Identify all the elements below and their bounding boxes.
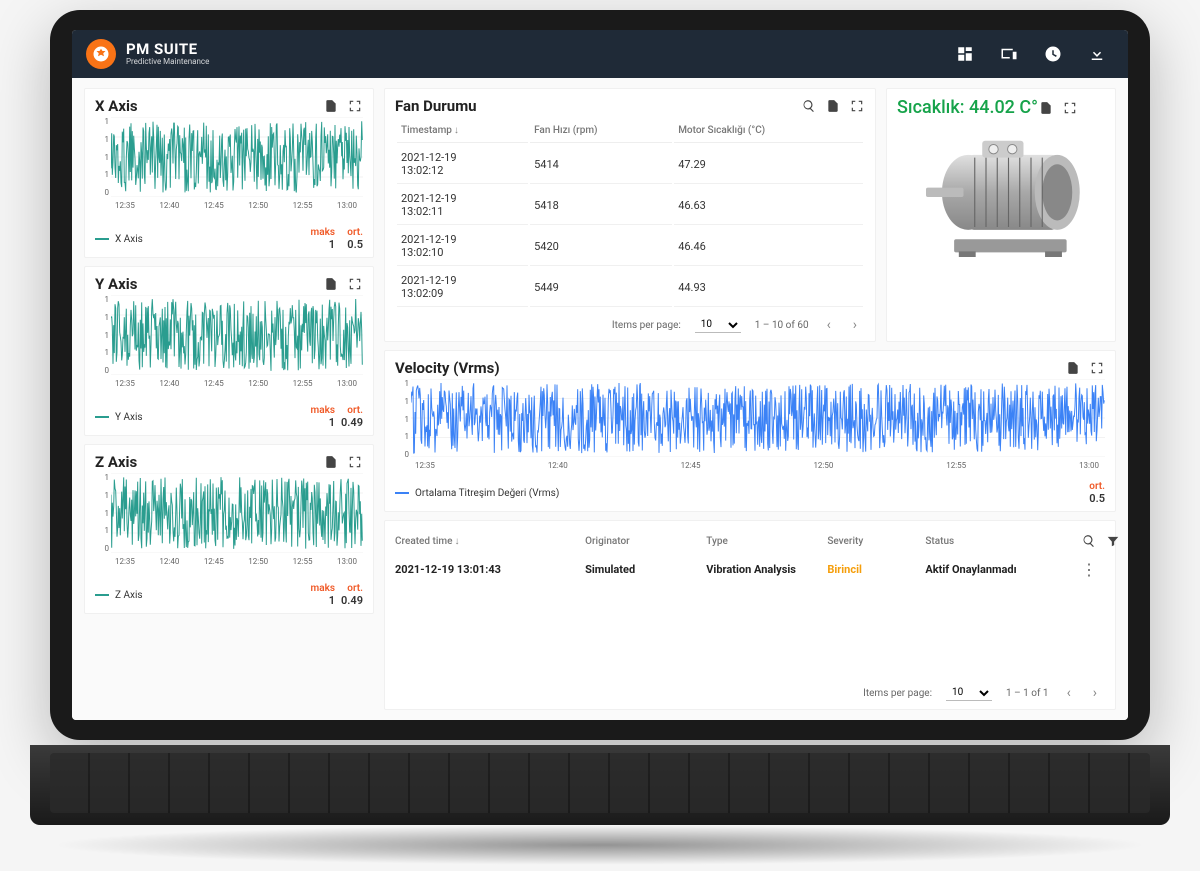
velocity-card: Velocity (Vrms) 11110 12:3512:4012:4512:… — [384, 350, 1116, 512]
alarms-card: Created time↓ Originator Type Severity S… — [384, 520, 1116, 710]
export-icon[interactable] — [323, 276, 339, 292]
topbar: PM SUITE Predictive Maintenance — [72, 30, 1128, 78]
z-axis-chart: 11110 12:3512:4012:4512:5012:5513:00 — [95, 473, 363, 581]
velocity-title: Velocity (Vrms) — [395, 359, 1065, 377]
z-axis-card: Z Axis 11110 12:3512:4012:4512:5012:5513… — [84, 444, 374, 614]
fan-status-title: Fan Durumu — [395, 97, 801, 115]
export-icon[interactable] — [825, 98, 841, 114]
download-icon[interactable] — [1086, 43, 1108, 65]
page-size-select[interactable]: 10 — [946, 685, 992, 701]
legend-swatch — [95, 416, 109, 418]
y-axis-card: Y Axis 11110 12:3512:4012:4512:5012:5513… — [84, 266, 374, 436]
fan-status-card: Fan Durumu Timestamp↓ Fan Hızı (rpm) Mot… — [384, 88, 876, 342]
x-axis-chart: 11110 12:3512:4012:4512:5012:5513:00 — [95, 117, 363, 225]
page-range: 1 – 1 of 1 — [1006, 688, 1049, 699]
table-row[interactable]: 2021-12-1913:02:10542046.46 — [397, 227, 863, 266]
app-logo-text: PM SUITE Predictive Maintenance — [126, 41, 209, 66]
fullscreen-icon[interactable] — [347, 98, 363, 114]
more-icon[interactable]: ⋮ — [1081, 562, 1097, 578]
app-subtitle: Predictive Maintenance — [126, 58, 209, 67]
y-axis-chart: 11110 12:3512:4012:4512:5012:5513:00 — [95, 295, 363, 403]
motor-image — [906, 122, 1096, 272]
dashboard-content: X Axis 11110 12:3512:4012:4512:5012:5513… — [72, 78, 1128, 720]
clock-icon[interactable] — [1042, 43, 1064, 65]
tablet-frame: PM SUITE Predictive Maintenance X Axis — [50, 10, 1150, 740]
fan-pager: Items per page: 10 1 – 10 of 60 ‹ › — [395, 309, 865, 335]
export-icon[interactable] — [323, 454, 339, 470]
table-row[interactable]: 2021-12-1913:02:09544944.93 — [397, 268, 863, 307]
app-screen: PM SUITE Predictive Maintenance X Axis — [72, 30, 1128, 720]
fullscreen-icon[interactable] — [849, 98, 865, 114]
legend-swatch — [95, 238, 109, 240]
col-rpm[interactable]: Fan Hızı (rpm) — [530, 119, 672, 143]
x-axis-legend: X Axis — [115, 234, 143, 245]
alarm-row[interactable]: 2021-12-19 13:01:43 Simulated Vibration … — [395, 553, 1105, 586]
col-created[interactable]: Created time↓ — [395, 536, 579, 547]
next-page-icon[interactable]: › — [849, 317, 861, 333]
next-page-icon[interactable]: › — [1089, 685, 1101, 701]
export-icon[interactable] — [1038, 100, 1054, 116]
page-size-select[interactable]: 10 — [695, 317, 741, 333]
col-originator[interactable]: Originator — [585, 536, 700, 547]
search-icon[interactable] — [1081, 533, 1097, 549]
severity-badge: Birincil — [827, 553, 919, 586]
table-row[interactable]: 2021-12-1913:02:12541447.29 — [397, 145, 863, 184]
z-axis-title: Z Axis — [95, 453, 323, 471]
alarms-pager: Items per page: 10 1 – 1 of 1 ‹ › — [395, 677, 1105, 703]
search-icon[interactable] — [801, 98, 817, 114]
fullscreen-icon[interactable] — [347, 454, 363, 470]
fullscreen-icon[interactable] — [1089, 360, 1105, 376]
right-column: Fan Durumu Timestamp↓ Fan Hızı (rpm) Mot… — [384, 88, 1116, 710]
app-logo-icon — [86, 39, 116, 69]
left-column: X Axis 11110 12:3512:4012:4512:5012:5513… — [84, 88, 374, 710]
prev-page-icon[interactable]: ‹ — [823, 317, 835, 333]
fullscreen-icon[interactable] — [1062, 100, 1078, 116]
velocity-chart: 11110 12:3512:4012:4512:5012:5513:00 — [395, 379, 1105, 479]
velocity-legend: Ortalama Titreşim Değeri (Vrms) — [415, 488, 559, 499]
page-range: 1 – 10 of 60 — [755, 320, 809, 331]
prev-page-icon[interactable]: ‹ — [1063, 685, 1075, 701]
col-timestamp[interactable]: Timestamp↓ — [397, 119, 528, 143]
sort-desc-icon: ↓ — [454, 125, 459, 136]
devices-icon[interactable] — [998, 43, 1020, 65]
app-title: PM SUITE — [126, 41, 209, 58]
legend-swatch — [395, 492, 409, 494]
x-axis-title: X Axis — [95, 97, 323, 115]
legend-swatch — [95, 594, 109, 596]
temperature-title: Sıcaklık: 44.02 C° — [897, 97, 1038, 118]
y-axis-legend: Y Axis — [115, 412, 143, 423]
fullscreen-icon[interactable] — [347, 276, 363, 292]
export-icon[interactable] — [1065, 360, 1081, 376]
keyboard-mockup — [30, 745, 1170, 825]
table-row[interactable]: 2021-12-1913:02:11541846.63 — [397, 186, 863, 225]
x-axis-card: X Axis 11110 12:3512:4012:4512:5012:5513… — [84, 88, 374, 258]
col-severity[interactable]: Severity — [827, 536, 919, 547]
dashboard-icon[interactable] — [954, 43, 976, 65]
col-status[interactable]: Status — [925, 536, 1075, 547]
z-axis-legend: Z Axis — [115, 590, 143, 601]
sort-desc-icon: ↓ — [454, 536, 459, 547]
y-axis-title: Y Axis — [95, 275, 323, 293]
temperature-card: Sıcaklık: 44.02 C° — [886, 88, 1116, 342]
export-icon[interactable] — [323, 98, 339, 114]
col-type[interactable]: Type — [706, 536, 821, 547]
col-temp[interactable]: Motor Sıcaklığı (°C) — [674, 119, 863, 143]
fan-table: Timestamp↓ Fan Hızı (rpm) Motor Sıcaklığ… — [395, 117, 865, 309]
filter-icon[interactable] — [1105, 533, 1121, 549]
